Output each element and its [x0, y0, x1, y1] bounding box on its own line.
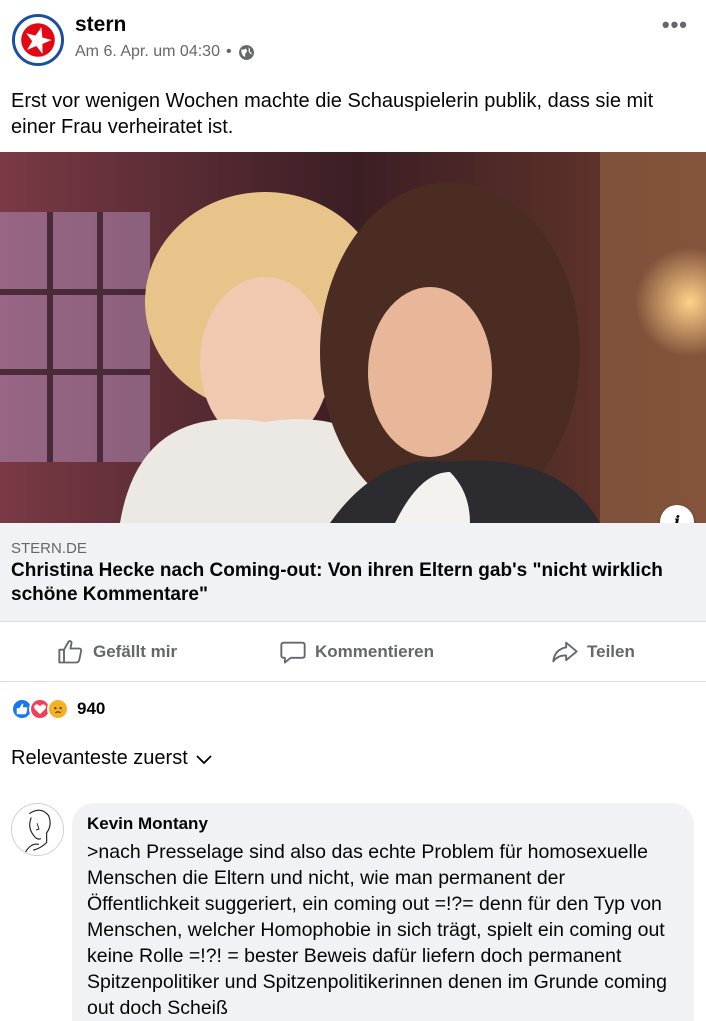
- sad-reaction-icon: [47, 698, 69, 720]
- post-header: stern Am 6. Apr. um 04:30 • •••: [0, 0, 706, 80]
- post-timestamp[interactable]: Am 6. Apr. um 04:30: [75, 43, 220, 61]
- link-preview-card[interactable]: STERN.DE Christina Hecke nach Coming-out…: [0, 523, 706, 622]
- comment-label: Kommentieren: [315, 642, 435, 661]
- sort-label: Relevanteste zuerst: [11, 747, 188, 769]
- thumbs-up-icon: [58, 640, 83, 664]
- globe-icon[interactable]: [238, 44, 255, 61]
- link-domain: STERN.DE: [11, 540, 87, 557]
- comment-button[interactable]: Kommentieren: [279, 622, 434, 682]
- stern-page-avatar[interactable]: [12, 14, 64, 66]
- like-button[interactable]: Gefällt mir: [57, 622, 177, 682]
- share-button[interactable]: Teilen: [551, 622, 635, 682]
- share-arrow-icon: [552, 641, 578, 663]
- comment-sort-dropdown[interactable]: Relevanteste zuerst: [11, 747, 214, 770]
- comment-text: >nach Presselage sind also das echte Pro…: [87, 841, 673, 1019]
- article-photo: [0, 152, 706, 523]
- like-label: Gefällt mir: [93, 642, 178, 661]
- reaction-count: 940: [77, 699, 106, 718]
- action-bar: Gefällt mir Kommentieren Teilen: [0, 622, 706, 682]
- post-text: Erst vor wenigen Wochen machte die Schau…: [11, 90, 654, 138]
- more-horizontal-icon[interactable]: •••: [662, 12, 688, 38]
- comment-bubble-icon: [280, 641, 306, 664]
- comment-author[interactable]: Kevin Montany: [87, 813, 680, 835]
- link-title[interactable]: Christina Hecke nach Coming-out: Von ihr…: [11, 559, 701, 607]
- post-meta: Am 6. Apr. um 04:30 •: [75, 43, 255, 61]
- stern-logo-icon: [15, 17, 61, 63]
- chevron-down-icon: [196, 754, 212, 764]
- page-name[interactable]: stern: [75, 13, 126, 37]
- comment-bubble: Kevin Montany >nach Presselage sind also…: [72, 803, 694, 1021]
- meta-separator: •: [225, 43, 232, 60]
- sketch-portrait-avatar: [12, 804, 63, 855]
- link-preview-image[interactable]: [0, 152, 706, 523]
- reactions-summary[interactable]: 940: [11, 697, 105, 721]
- share-label: Teilen: [587, 642, 635, 661]
- commenter-avatar[interactable]: [11, 803, 64, 856]
